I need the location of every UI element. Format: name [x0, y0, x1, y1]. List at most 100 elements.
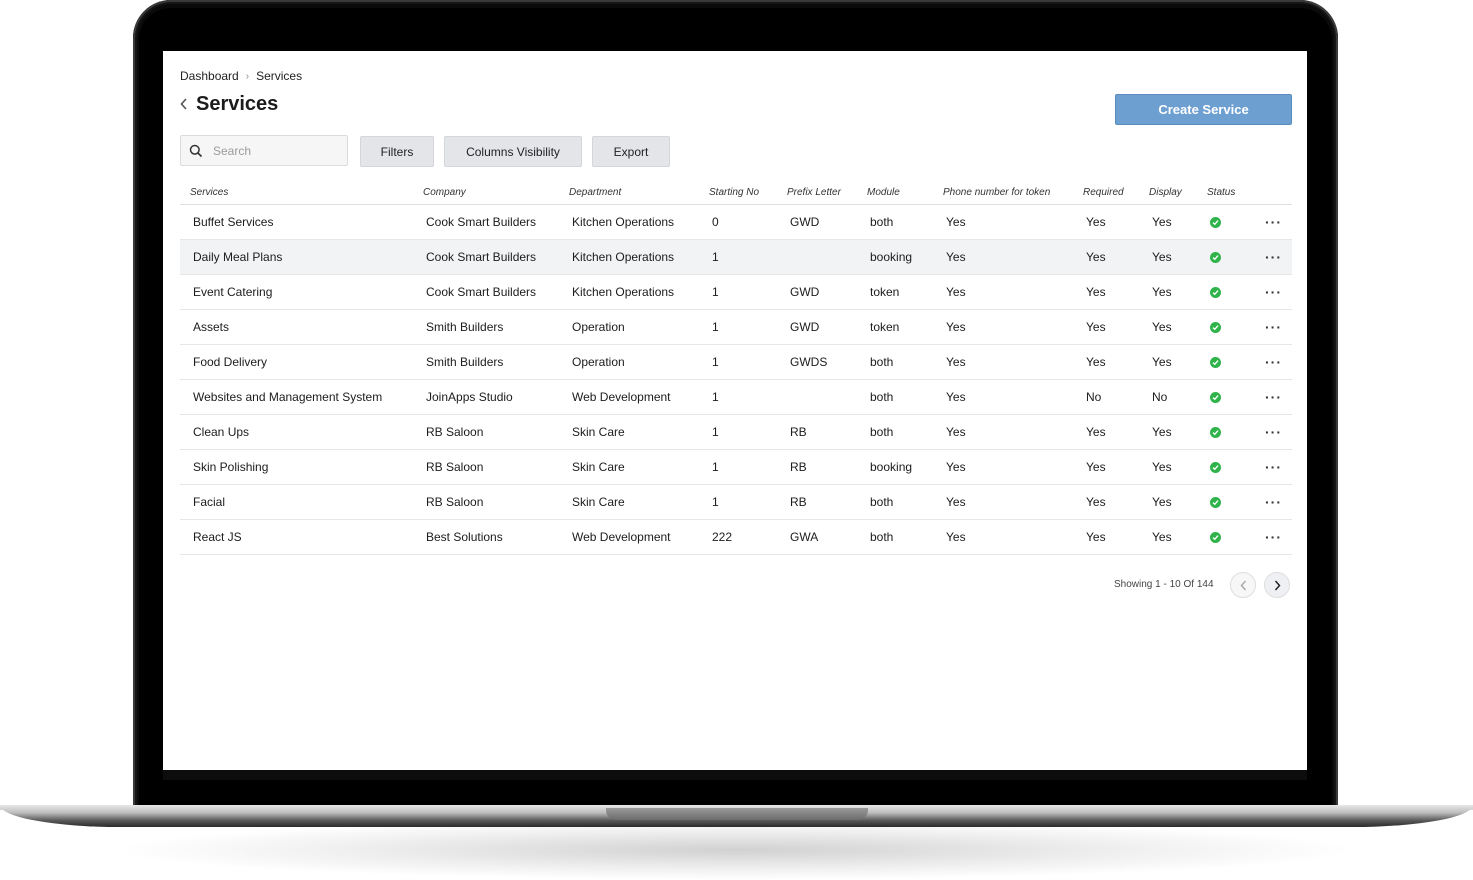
cell-actions: ···	[1252, 204, 1292, 240]
table-row[interactable]: Clean Ups RB Saloon Skin Care 1 RB both Yes Yes…	[180, 414, 1292, 450]
cell-required: Yes	[1073, 274, 1139, 310]
table-row[interactable]: Food Delivery Smith Builders Operation 1 GWD…	[180, 344, 1292, 380]
column-header[interactable]: Display	[1139, 181, 1197, 205]
more-horizontal-icon[interactable]: ···	[1265, 459, 1282, 475]
cell-required: Yes	[1073, 484, 1139, 520]
cell-department: Operation	[559, 309, 699, 345]
actions-header	[1252, 181, 1292, 205]
table-body: Buffet Services Cook Smart Builders Kitche…	[180, 204, 1292, 555]
cell-module: token	[857, 274, 933, 310]
cell-status	[1197, 344, 1252, 380]
more-horizontal-icon[interactable]: ···	[1265, 319, 1282, 335]
cell-phone: Yes	[933, 519, 1073, 555]
cell-module: booking	[857, 239, 933, 275]
column-header[interactable]: Services	[180, 181, 413, 205]
cell-phone: Yes	[933, 309, 1073, 345]
search-input[interactable]	[211, 142, 345, 159]
cell-prefix: RB	[777, 484, 857, 520]
cell-status	[1197, 274, 1252, 310]
breadcrumb-dashboard[interactable]: Dashboard	[180, 69, 239, 83]
cell-actions: ···	[1252, 414, 1292, 450]
cell-actions: ···	[1252, 379, 1292, 415]
check-circle-icon	[1210, 497, 1221, 509]
cell-service: Daily Meal Plans	[180, 239, 413, 275]
check-circle-icon	[1210, 357, 1221, 369]
columns-visibility-button[interactable]: Columns Visibility	[444, 136, 582, 167]
cell-prefix: GWD	[777, 309, 857, 345]
cell-service: Food Delivery	[180, 344, 413, 380]
cell-display: No	[1139, 379, 1197, 415]
cell-actions: ···	[1252, 239, 1292, 275]
cell-actions: ···	[1252, 309, 1292, 345]
column-header[interactable]: Phone number for token	[933, 181, 1073, 205]
column-header[interactable]: Prefix Letter	[777, 181, 857, 205]
more-horizontal-icon[interactable]: ···	[1265, 494, 1282, 510]
table-row[interactable]: Websites and Management System JoinApps S…	[180, 379, 1292, 415]
title-row: Services	[180, 93, 278, 116]
cell-department: Web Development	[559, 519, 699, 555]
cell-module: token	[857, 309, 933, 345]
cell-required: Yes	[1073, 519, 1139, 555]
cell-status	[1197, 379, 1252, 415]
laptop-bezel-bottom	[163, 770, 1307, 780]
cell-starting-no: 1	[699, 449, 777, 485]
cell-company: RB Saloon	[413, 414, 559, 450]
column-header[interactable]: Required	[1073, 181, 1139, 205]
cell-department: Skin Care	[559, 484, 699, 520]
table-row[interactable]: Daily Meal Plans Cook Smart Builders Kitch…	[180, 239, 1292, 275]
column-header[interactable]: Department	[559, 181, 699, 205]
cell-display: Yes	[1139, 274, 1197, 310]
column-header[interactable]: Company	[413, 181, 559, 205]
column-header[interactable]: Module	[857, 181, 933, 205]
cell-module: both	[857, 344, 933, 380]
more-horizontal-icon[interactable]: ···	[1265, 249, 1282, 265]
cell-required: Yes	[1073, 309, 1139, 345]
cell-starting-no: 0	[699, 204, 777, 240]
more-horizontal-icon[interactable]: ···	[1265, 214, 1282, 230]
table-row[interactable]: Facial RB Saloon Skin Care 1 RB both Yes Yes Yes…	[180, 484, 1292, 520]
create-service-button[interactable]: Create Service	[1115, 94, 1292, 125]
check-circle-icon	[1210, 462, 1221, 474]
cell-service: Buffet Services	[180, 204, 413, 240]
search-box[interactable]	[180, 135, 348, 166]
cell-display: Yes	[1139, 344, 1197, 380]
cell-required: Yes	[1073, 344, 1139, 380]
column-header[interactable]: Starting No	[699, 181, 777, 205]
filters-button[interactable]: Filters	[360, 136, 434, 167]
next-page-button[interactable]	[1264, 572, 1290, 598]
more-horizontal-icon[interactable]: ···	[1265, 354, 1282, 370]
cell-phone: Yes	[933, 274, 1073, 310]
more-horizontal-icon[interactable]: ···	[1265, 529, 1282, 545]
table-row[interactable]: Buffet Services Cook Smart Builders Kitche…	[180, 204, 1292, 240]
cell-display: Yes	[1139, 239, 1197, 275]
cell-company: RB Saloon	[413, 484, 559, 520]
check-circle-icon	[1210, 322, 1221, 334]
table-row[interactable]: Event Catering Cook Smart Builders Kitchen…	[180, 274, 1292, 310]
cell-phone: Yes	[933, 484, 1073, 520]
more-horizontal-icon[interactable]: ···	[1265, 284, 1282, 300]
previous-page-button[interactable]	[1230, 572, 1256, 598]
table-row[interactable]: React JS Best Solutions Web Development 222…	[180, 519, 1292, 555]
more-horizontal-icon[interactable]: ···	[1265, 389, 1282, 405]
cell-actions: ···	[1252, 519, 1292, 555]
cell-company: RB Saloon	[413, 449, 559, 485]
cell-required: Yes	[1073, 414, 1139, 450]
cell-company: JoinApps Studio	[413, 379, 559, 415]
table-row[interactable]: Skin Polishing RB Saloon Skin Care 1 RB booki…	[180, 449, 1292, 485]
more-horizontal-icon[interactable]: ···	[1265, 424, 1282, 440]
services-table: Services Company Department Starting No …	[180, 181, 1292, 555]
cell-phone: Yes	[933, 414, 1073, 450]
export-button[interactable]: Export	[592, 136, 670, 167]
table-header-row: Services Company Department Starting No …	[180, 181, 1292, 205]
page-title: Services	[196, 93, 279, 115]
chevron-left-icon[interactable]	[180, 97, 188, 113]
table-row[interactable]: Assets Smith Builders Operation 1 GWD token Ye…	[180, 309, 1292, 345]
search-icon	[189, 144, 203, 157]
cell-company: Cook Smart Builders	[413, 239, 559, 275]
cell-department: Kitchen Operations	[559, 204, 699, 240]
column-header[interactable]: Status	[1197, 181, 1252, 205]
cell-module: both	[857, 519, 933, 555]
cell-display: Yes	[1139, 519, 1197, 555]
chevron-left-icon	[1239, 580, 1246, 590]
cell-starting-no: 1	[699, 344, 777, 380]
